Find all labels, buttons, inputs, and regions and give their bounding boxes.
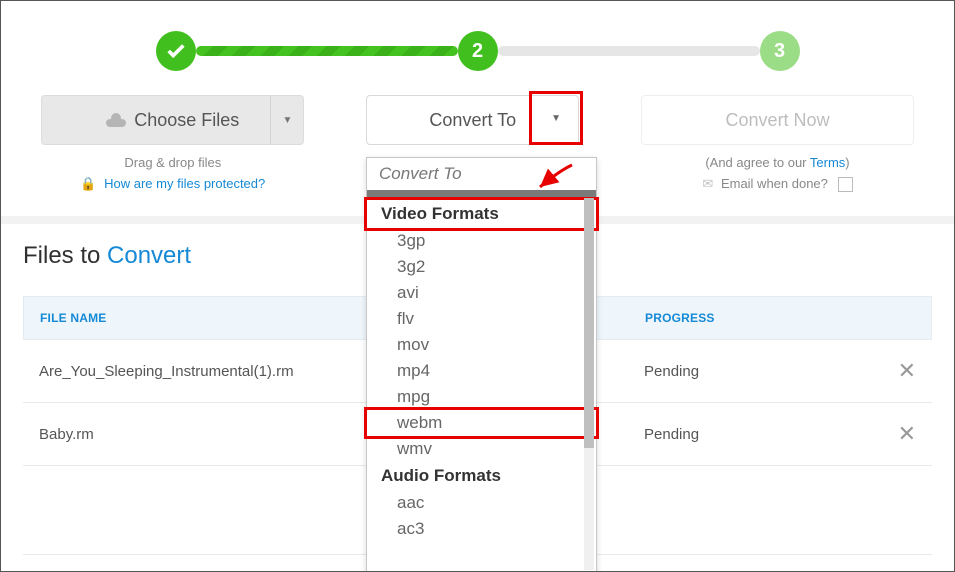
dropdown-category-video: Video Formats: [364, 197, 599, 231]
convert-to-dropdown-toggle[interactable]: ▼: [529, 91, 583, 145]
remove-file-button[interactable]: ✕: [886, 421, 916, 447]
email-when-done-label: Email when done?: [721, 176, 828, 191]
choose-files-label: Choose Files: [134, 110, 239, 131]
remove-file-button[interactable]: ✕: [886, 358, 916, 384]
mail-icon: ✉: [702, 176, 713, 191]
step-2-active: 2: [458, 31, 498, 71]
dropdown-item-avi[interactable]: avi: [367, 280, 596, 306]
convert-to-button[interactable]: Convert To ▼: [366, 95, 579, 145]
terms-link[interactable]: Terms: [810, 155, 845, 170]
dropdown-category-audio: Audio Formats: [367, 462, 596, 490]
file-progress: Pending: [644, 363, 886, 380]
step-1-done: [156, 31, 196, 71]
progress-bar-1: [196, 46, 458, 56]
dropdown-item-3gp[interactable]: 3gp: [367, 228, 596, 254]
choose-files-button[interactable]: ↑ Choose Files ▼: [41, 95, 304, 145]
dropdown-item-mov[interactable]: mov: [367, 332, 596, 358]
email-when-done-checkbox[interactable]: [838, 177, 853, 192]
lock-icon: 🔒: [80, 176, 96, 191]
col-progress: PROGRESS: [645, 311, 885, 325]
check-icon: [165, 40, 187, 62]
cloud-upload-icon: ↑: [106, 113, 126, 127]
convert-now-label: Convert Now: [726, 110, 830, 131]
dropdown-item-aac[interactable]: aac: [367, 490, 596, 516]
convert-to-label: Convert To: [429, 110, 516, 131]
dropdown-item-mp4[interactable]: mp4: [367, 358, 596, 384]
dropdown-item-wmv[interactable]: wmv: [367, 436, 596, 462]
step-indicator: 2 3: [1, 1, 954, 95]
dropdown-item-3g2[interactable]: 3g2: [367, 254, 596, 280]
annotation-arrow-icon: [534, 163, 574, 193]
agree-terms: (And agree to our Terms): [641, 155, 914, 170]
choose-files-dropdown-toggle[interactable]: ▼: [270, 96, 303, 144]
files-protected-link[interactable]: How are my files protected?: [104, 176, 265, 191]
file-progress: Pending: [644, 426, 886, 443]
drag-drop-hint: Drag & drop files: [41, 155, 305, 170]
progress-bar-2: [498, 46, 760, 56]
dropdown-scrollbar-thumb[interactable]: [584, 198, 594, 448]
convert-to-dropdown[interactable]: Convert To Video Formats 3gp 3g2 avi flv…: [366, 157, 597, 572]
dropdown-item-flv[interactable]: flv: [367, 306, 596, 332]
dropdown-item-webm[interactable]: webm: [364, 407, 599, 439]
step-3-future: 3: [760, 31, 800, 71]
dropdown-item-ac3[interactable]: ac3: [367, 516, 596, 542]
convert-now-button[interactable]: Convert Now: [641, 95, 914, 145]
